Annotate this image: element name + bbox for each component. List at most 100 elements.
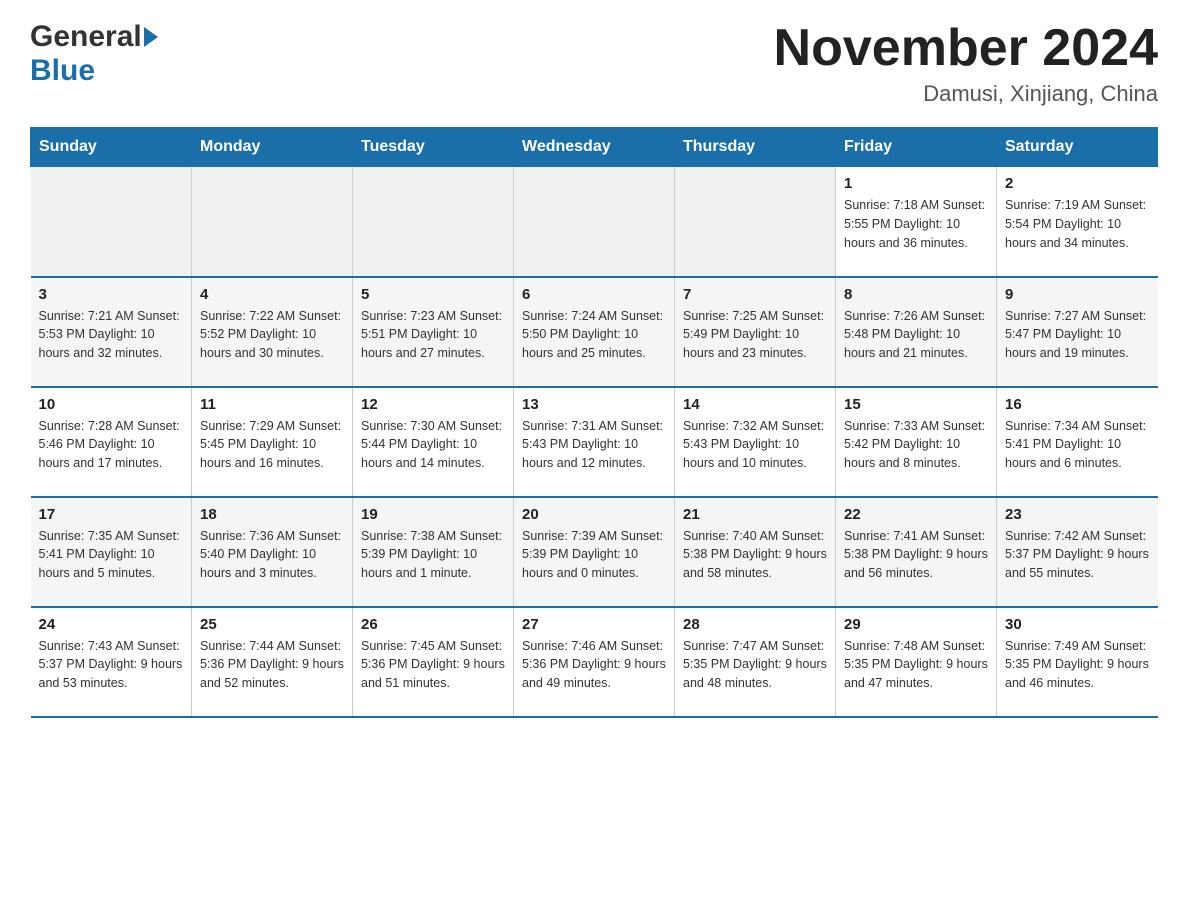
day-number: 17 — [39, 506, 184, 523]
weekday-header-saturday: Saturday — [997, 128, 1158, 167]
day-info: Sunrise: 7:21 AM Sunset: 5:53 PM Dayligh… — [39, 307, 184, 363]
calendar-cell: 16Sunrise: 7:34 AM Sunset: 5:41 PM Dayli… — [997, 387, 1158, 497]
day-info: Sunrise: 7:19 AM Sunset: 5:54 PM Dayligh… — [1005, 196, 1150, 252]
calendar-cell — [192, 167, 353, 277]
calendar-cell: 13 Sunrise: 7:31 AM Sunset: 5:43 PM Dayli… — [514, 387, 675, 497]
weekday-header-friday: Friday — [836, 128, 997, 167]
page-header: General Blue November 2024 Damusi, Xinji… — [30, 20, 1158, 107]
day-number: 23 — [1005, 506, 1150, 523]
day-number: 13 — [522, 396, 666, 413]
day-number: 21 — [683, 506, 827, 523]
logo-general-text: General — [30, 20, 142, 54]
logo-blue-text: Blue — [30, 54, 95, 88]
day-number: 5 — [361, 286, 505, 303]
calendar-cell: 17 Sunrise: 7:35 AM Sunset: 5:41 PM Dayli… — [31, 497, 192, 607]
calendar-cell: 29Sunrise: 7:48 AM Sunset: 5:35 PM Dayli… — [836, 607, 997, 717]
day-info: Sunrise: 7:18 AM Sunset: 5:55 PM Dayligh… — [844, 196, 988, 252]
day-info: Sunrise: 7:24 AM Sunset: 5:50 PM Dayligh… — [522, 307, 666, 363]
day-info: Sunrise: 7:31 AM Sunset: 5:43 PM Dayligh… — [522, 417, 666, 473]
calendar-cell: 23 Sunrise: 7:42 AM Sunset: 5:37 PM Dayli… — [997, 497, 1158, 607]
calendar-table: SundayMondayTuesdayWednesdayThursdayFrid… — [30, 127, 1158, 718]
day-number: 27 — [522, 616, 666, 633]
day-info: Sunrise: 7:22 AM Sunset: 5:52 PM Dayligh… — [200, 307, 344, 363]
week-row-5: 24 Sunrise: 7:43 AM Sunset: 5:37 PM Dayli… — [31, 607, 1158, 717]
day-info: Sunrise: 7:33 AM Sunset: 5:42 PM Dayligh… — [844, 417, 988, 473]
calendar-cell: 5Sunrise: 7:23 AM Sunset: 5:51 PM Daylig… — [353, 277, 514, 387]
calendar-cell: 1 Sunrise: 7:18 AM Sunset: 5:55 PM Daylig… — [836, 167, 997, 277]
calendar-cell: 24 Sunrise: 7:43 AM Sunset: 5:37 PM Dayli… — [31, 607, 192, 717]
day-info: Sunrise: 7:25 AM Sunset: 5:49 PM Dayligh… — [683, 307, 827, 363]
day-number: 4 — [200, 286, 344, 303]
calendar-cell: 4 Sunrise: 7:22 AM Sunset: 5:52 PM Daylig… — [192, 277, 353, 387]
calendar-cell — [31, 167, 192, 277]
day-number: 14 — [683, 396, 827, 413]
day-number: 18 — [200, 506, 344, 523]
day-info: Sunrise: 7:46 AM Sunset: 5:36 PM Dayligh… — [522, 637, 666, 693]
calendar-cell: 27 Sunrise: 7:46 AM Sunset: 5:36 PM Dayli… — [514, 607, 675, 717]
calendar-cell: 21Sunrise: 7:40 AM Sunset: 5:38 PM Dayli… — [675, 497, 836, 607]
calendar-cell: 26 Sunrise: 7:45 AM Sunset: 5:36 PM Dayli… — [353, 607, 514, 717]
day-info: Sunrise: 7:47 AM Sunset: 5:35 PM Dayligh… — [683, 637, 827, 693]
day-number: 26 — [361, 616, 505, 633]
day-info: Sunrise: 7:38 AM Sunset: 5:39 PM Dayligh… — [361, 527, 505, 583]
day-number: 12 — [361, 396, 505, 413]
calendar-cell: 8Sunrise: 7:26 AM Sunset: 5:48 PM Daylig… — [836, 277, 997, 387]
day-info: Sunrise: 7:39 AM Sunset: 5:39 PM Dayligh… — [522, 527, 666, 583]
day-number: 15 — [844, 396, 988, 413]
calendar-cell: 10 Sunrise: 7:28 AM Sunset: 5:46 PM Dayli… — [31, 387, 192, 497]
day-info: Sunrise: 7:36 AM Sunset: 5:40 PM Dayligh… — [200, 527, 344, 583]
week-row-4: 17 Sunrise: 7:35 AM Sunset: 5:41 PM Dayli… — [31, 497, 1158, 607]
day-info: Sunrise: 7:29 AM Sunset: 5:45 PM Dayligh… — [200, 417, 344, 473]
logo-arrow-icon — [144, 27, 158, 47]
day-number: 11 — [200, 396, 344, 413]
weekday-header-wednesday: Wednesday — [514, 128, 675, 167]
day-info: Sunrise: 7:42 AM Sunset: 5:37 PM Dayligh… — [1005, 527, 1150, 583]
day-number: 24 — [39, 616, 184, 633]
week-row-2: 3 Sunrise: 7:21 AM Sunset: 5:53 PM Daylig… — [31, 277, 1158, 387]
day-info: Sunrise: 7:26 AM Sunset: 5:48 PM Dayligh… — [844, 307, 988, 363]
day-number: 29 — [844, 616, 988, 633]
location-text: Damusi, Xinjiang, China — [774, 81, 1158, 107]
title-area: November 2024 Damusi, Xinjiang, China — [774, 20, 1158, 107]
calendar-cell: 30 Sunrise: 7:49 AM Sunset: 5:35 PM Dayli… — [997, 607, 1158, 717]
weekday-header-sunday: Sunday — [31, 128, 192, 167]
calendar-cell: 20 Sunrise: 7:39 AM Sunset: 5:39 PM Dayli… — [514, 497, 675, 607]
calendar-cell: 22Sunrise: 7:41 AM Sunset: 5:38 PM Dayli… — [836, 497, 997, 607]
weekday-header-monday: Monday — [192, 128, 353, 167]
calendar-cell: 25Sunrise: 7:44 AM Sunset: 5:36 PM Dayli… — [192, 607, 353, 717]
weekday-header-tuesday: Tuesday — [353, 128, 514, 167]
weekday-header-row: SundayMondayTuesdayWednesdayThursdayFrid… — [31, 128, 1158, 167]
day-info: Sunrise: 7:27 AM Sunset: 5:47 PM Dayligh… — [1005, 307, 1150, 363]
week-row-3: 10 Sunrise: 7:28 AM Sunset: 5:46 PM Dayli… — [31, 387, 1158, 497]
day-number: 1 — [844, 175, 988, 192]
day-number: 3 — [39, 286, 184, 303]
calendar-cell — [514, 167, 675, 277]
calendar-cell: 9Sunrise: 7:27 AM Sunset: 5:47 PM Daylig… — [997, 277, 1158, 387]
day-number: 20 — [522, 506, 666, 523]
day-info: Sunrise: 7:34 AM Sunset: 5:41 PM Dayligh… — [1005, 417, 1150, 473]
week-row-1: 1 Sunrise: 7:18 AM Sunset: 5:55 PM Daylig… — [31, 167, 1158, 277]
calendar-cell: 18 Sunrise: 7:36 AM Sunset: 5:40 PM Dayli… — [192, 497, 353, 607]
day-number: 30 — [1005, 616, 1150, 633]
calendar-cell: 6 Sunrise: 7:24 AM Sunset: 5:50 PM Daylig… — [514, 277, 675, 387]
calendar-cell: 14Sunrise: 7:32 AM Sunset: 5:43 PM Dayli… — [675, 387, 836, 497]
month-title: November 2024 — [774, 20, 1158, 77]
day-number: 10 — [39, 396, 184, 413]
weekday-header-thursday: Thursday — [675, 128, 836, 167]
calendar-cell: 7Sunrise: 7:25 AM Sunset: 5:49 PM Daylig… — [675, 277, 836, 387]
day-info: Sunrise: 7:30 AM Sunset: 5:44 PM Dayligh… — [361, 417, 505, 473]
calendar-cell: 3 Sunrise: 7:21 AM Sunset: 5:53 PM Daylig… — [31, 277, 192, 387]
day-info: Sunrise: 7:35 AM Sunset: 5:41 PM Dayligh… — [39, 527, 184, 583]
calendar-cell: 28Sunrise: 7:47 AM Sunset: 5:35 PM Dayli… — [675, 607, 836, 717]
day-number: 6 — [522, 286, 666, 303]
calendar-cell: 15 Sunrise: 7:33 AM Sunset: 5:42 PM Dayli… — [836, 387, 997, 497]
logo: General Blue — [30, 20, 158, 88]
day-number: 2 — [1005, 175, 1150, 192]
day-info: Sunrise: 7:28 AM Sunset: 5:46 PM Dayligh… — [39, 417, 184, 473]
day-info: Sunrise: 7:49 AM Sunset: 5:35 PM Dayligh… — [1005, 637, 1150, 693]
day-info: Sunrise: 7:45 AM Sunset: 5:36 PM Dayligh… — [361, 637, 505, 693]
day-info: Sunrise: 7:44 AM Sunset: 5:36 PM Dayligh… — [200, 637, 344, 693]
calendar-cell — [353, 167, 514, 277]
day-info: Sunrise: 7:43 AM Sunset: 5:37 PM Dayligh… — [39, 637, 184, 693]
day-info: Sunrise: 7:41 AM Sunset: 5:38 PM Dayligh… — [844, 527, 988, 583]
